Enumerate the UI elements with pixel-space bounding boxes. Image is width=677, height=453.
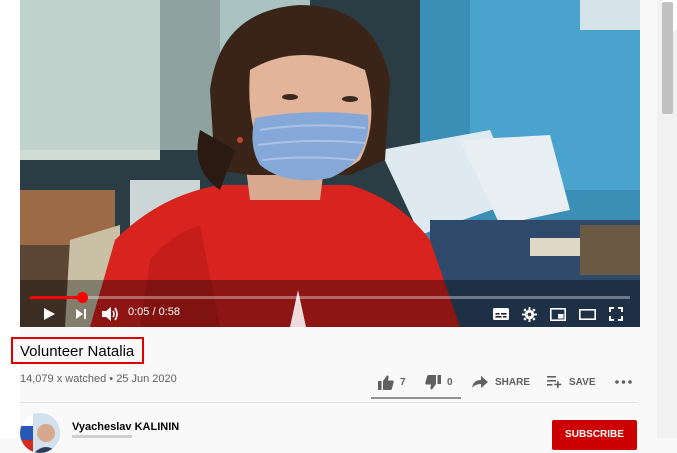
more-actions-button[interactable] bbox=[615, 371, 632, 393]
save-label: SAVE bbox=[569, 376, 596, 388]
channel-name[interactable]: Vyacheslav KALININ bbox=[72, 421, 179, 433]
dislike-count: 0 bbox=[447, 376, 453, 388]
subscribe-button[interactable]: SUBSCRIBE bbox=[552, 420, 637, 450]
player-controls: 0:05 / 0:58 bbox=[20, 300, 640, 327]
share-label: SHARE bbox=[495, 376, 531, 388]
miniplayer-button[interactable] bbox=[547, 303, 569, 325]
video-title: Volunteer Natalia bbox=[20, 343, 135, 360]
next-button[interactable] bbox=[70, 303, 92, 325]
progress-played bbox=[30, 296, 82, 299]
play-icon bbox=[44, 308, 55, 320]
progress-bar[interactable] bbox=[30, 292, 630, 303]
video-frame bbox=[20, 0, 640, 327]
miniplayer-icon bbox=[550, 307, 566, 321]
sentiment-bar bbox=[371, 397, 461, 399]
like-icon bbox=[378, 375, 394, 390]
theater-icon bbox=[578, 308, 596, 320]
time-display: 0:05 / 0:58 bbox=[128, 306, 180, 318]
left-frame bbox=[0, 0, 20, 438]
like-count: 7 bbox=[400, 376, 406, 388]
more-icon bbox=[615, 380, 632, 384]
play-button[interactable] bbox=[38, 303, 60, 325]
divider bbox=[20, 402, 637, 403]
save-button[interactable]: SAVE bbox=[547, 371, 596, 393]
video-player[interactable]: 0:05 / 0:58 bbox=[20, 0, 640, 327]
fullscreen-button[interactable] bbox=[605, 303, 627, 325]
save-playlist-icon bbox=[547, 376, 562, 388]
scrollbar-thumb[interactable] bbox=[662, 2, 673, 114]
theater-button[interactable] bbox=[576, 303, 598, 325]
like-button[interactable]: 7 bbox=[378, 371, 406, 393]
subtitles-icon bbox=[493, 308, 509, 320]
fullscreen-icon bbox=[609, 307, 623, 321]
subtitles-button[interactable] bbox=[490, 303, 512, 325]
volume-button[interactable] bbox=[98, 303, 122, 325]
settings-button[interactable] bbox=[518, 303, 540, 325]
view-count-date: 14,079 x watched • 25 Jun 2020 bbox=[20, 373, 177, 385]
dislike-icon bbox=[425, 374, 441, 389]
avatar-image bbox=[20, 413, 60, 453]
dislike-button[interactable]: 0 bbox=[425, 371, 453, 393]
next-icon bbox=[76, 309, 86, 319]
volume-icon bbox=[102, 307, 118, 321]
settings-icon bbox=[521, 306, 537, 322]
channel-avatar[interactable] bbox=[20, 413, 60, 453]
share-button[interactable]: SHARE bbox=[472, 371, 530, 393]
share-icon bbox=[472, 376, 488, 388]
